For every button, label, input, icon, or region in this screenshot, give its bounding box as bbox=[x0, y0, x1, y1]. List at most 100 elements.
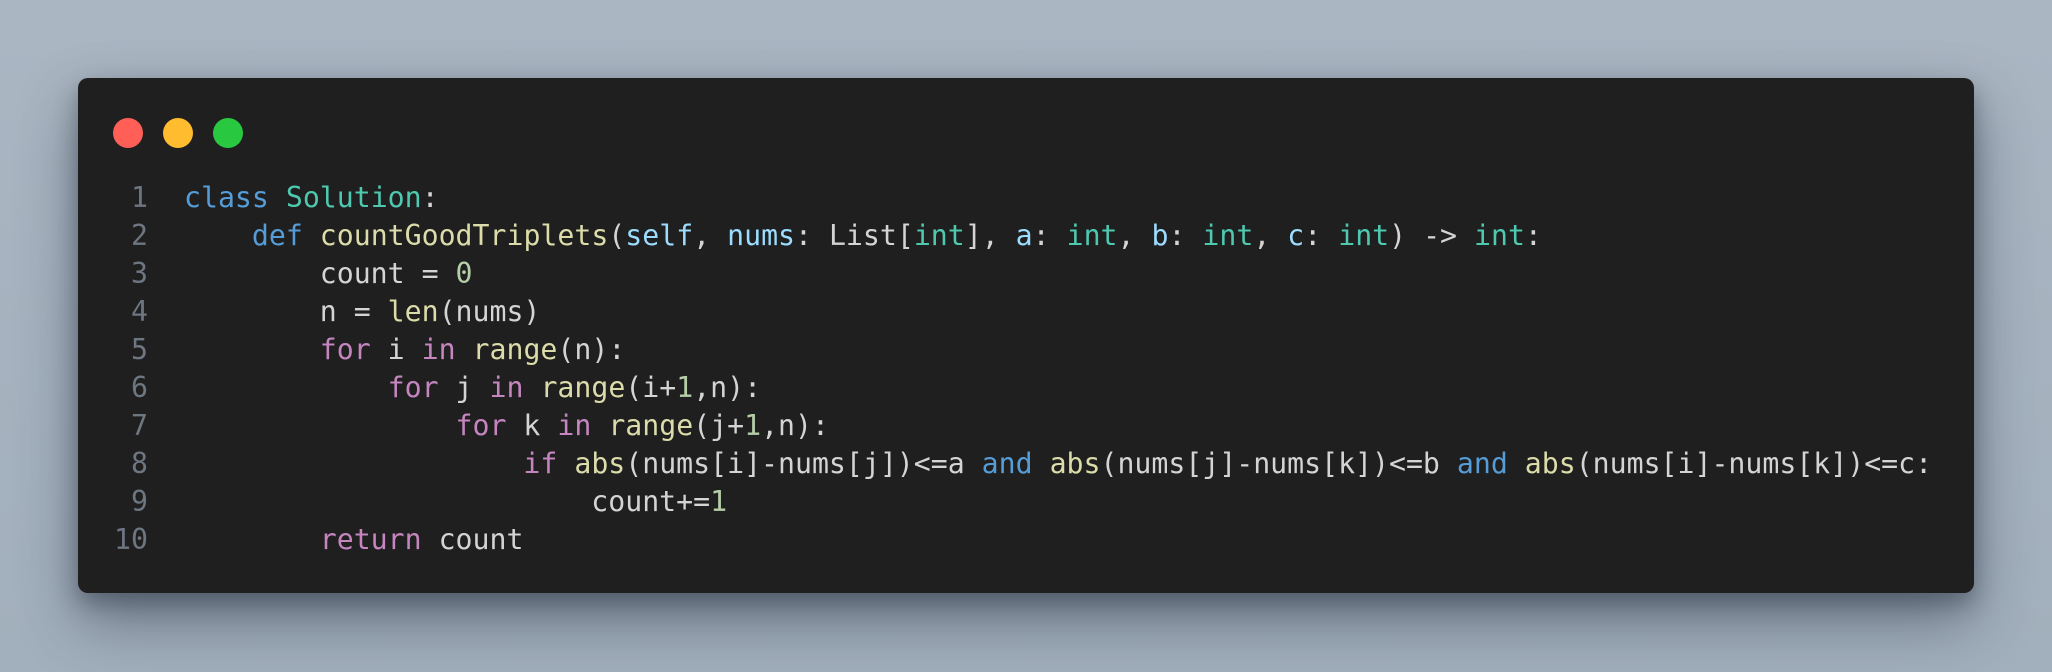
code-token: (nums[j]-nums[k])<=b bbox=[1100, 447, 1457, 480]
code-token: abs bbox=[1049, 447, 1101, 480]
code-token: and bbox=[981, 447, 1033, 480]
code-token: len bbox=[387, 295, 439, 328]
line-number: 2 bbox=[131, 219, 148, 252]
code-token: range bbox=[472, 333, 558, 366]
code-token: (nums[i]-nums[j])<=a bbox=[625, 447, 982, 480]
code-token: (n): bbox=[557, 333, 626, 366]
code-token: return bbox=[319, 523, 422, 556]
code-token: : List[ bbox=[795, 219, 914, 252]
code-token: (j+ bbox=[693, 409, 745, 442]
code-token: for bbox=[455, 409, 507, 442]
code-token: if bbox=[523, 447, 558, 480]
line-number: 3 bbox=[131, 257, 148, 290]
code-token: , bbox=[693, 219, 728, 252]
code-token: def bbox=[251, 219, 303, 252]
code-token: and bbox=[1456, 447, 1508, 480]
code-token: 0 bbox=[455, 257, 473, 290]
code-token: for bbox=[319, 333, 371, 366]
code-token: ,n): bbox=[693, 371, 762, 404]
code-token: c bbox=[1287, 219, 1305, 252]
code-token: ,n): bbox=[761, 409, 829, 442]
code-token: class bbox=[184, 181, 269, 214]
line-number: 5 bbox=[131, 333, 148, 366]
line-number: 1 bbox=[131, 181, 148, 214]
code-text: n = len(nums) bbox=[184, 293, 541, 331]
code-token: n = bbox=[184, 295, 388, 328]
line-number: 8 bbox=[131, 447, 148, 480]
code-token: nums bbox=[727, 219, 796, 252]
code-token: ( bbox=[608, 219, 626, 252]
maximize-button[interactable] bbox=[213, 118, 243, 148]
code-text: for k in range(j+1,n): bbox=[184, 407, 829, 445]
line-number: 6 bbox=[131, 371, 148, 404]
code-token: int bbox=[913, 219, 965, 252]
code-window: 1 class Solution: 2 def countGoodTriplets(… bbox=[78, 78, 1974, 593]
code-token: : bbox=[1168, 219, 1203, 252]
code-token: in bbox=[489, 371, 524, 404]
code-token: count+= bbox=[184, 485, 711, 518]
code-token: (nums) bbox=[438, 295, 541, 328]
code-token: ], bbox=[964, 219, 1016, 252]
code-token: Solution bbox=[285, 181, 422, 214]
code-token: k bbox=[506, 409, 558, 442]
code-token: abs bbox=[1524, 447, 1576, 480]
code-token: 1 bbox=[710, 485, 728, 518]
code-token: abs bbox=[574, 447, 626, 480]
code-token: ) -> bbox=[1389, 219, 1474, 252]
code-text: count = 0 bbox=[184, 255, 473, 293]
line-number: 4 bbox=[131, 295, 148, 328]
code-token: : bbox=[1032, 219, 1067, 252]
code-token: : bbox=[421, 181, 439, 214]
code-token: (nums[i]-nums[k])<=c: bbox=[1575, 447, 1933, 480]
code-token: for bbox=[387, 371, 439, 404]
code-text: for j in range(i+1,n): bbox=[184, 369, 761, 407]
code-text: for i in range(n): bbox=[184, 331, 626, 369]
code-token: int bbox=[1474, 219, 1525, 252]
code-token: j bbox=[438, 371, 490, 404]
code-token: int bbox=[1066, 219, 1118, 252]
line-number: 10 bbox=[114, 523, 148, 556]
code-token: range bbox=[608, 409, 694, 442]
code-token: 1 bbox=[676, 371, 694, 404]
code-text: count+=1 bbox=[184, 483, 727, 521]
code-token: : bbox=[1304, 219, 1339, 252]
code-token: in bbox=[557, 409, 592, 442]
code-token: : bbox=[1524, 219, 1542, 252]
code-token: b bbox=[1151, 219, 1169, 252]
code-text: class Solution: bbox=[184, 179, 439, 217]
code-token: count = bbox=[184, 257, 456, 290]
minimize-button[interactable] bbox=[163, 118, 193, 148]
code-token: int bbox=[1202, 219, 1254, 252]
code-token: a bbox=[1015, 219, 1033, 252]
code-token: countGoodTriplets bbox=[319, 219, 609, 252]
code-token: , bbox=[1117, 219, 1152, 252]
code-token: range bbox=[540, 371, 626, 404]
code-token: , bbox=[1253, 219, 1288, 252]
code-token: i bbox=[370, 333, 422, 366]
code-token: self bbox=[625, 219, 694, 252]
code-token: int bbox=[1338, 219, 1390, 252]
code-token: (i+ bbox=[625, 371, 677, 404]
code-text: if abs(nums[i]-nums[j])<=a and abs(nums[… bbox=[184, 445, 1932, 483]
code-text: def countGoodTriplets(self, nums: List[i… bbox=[184, 217, 1542, 255]
close-button[interactable] bbox=[113, 118, 143, 148]
code-token: count bbox=[421, 523, 524, 556]
line-number: 9 bbox=[131, 485, 148, 518]
code-token: 1 bbox=[744, 409, 762, 442]
line-number: 7 bbox=[131, 409, 148, 442]
code-token: in bbox=[421, 333, 456, 366]
